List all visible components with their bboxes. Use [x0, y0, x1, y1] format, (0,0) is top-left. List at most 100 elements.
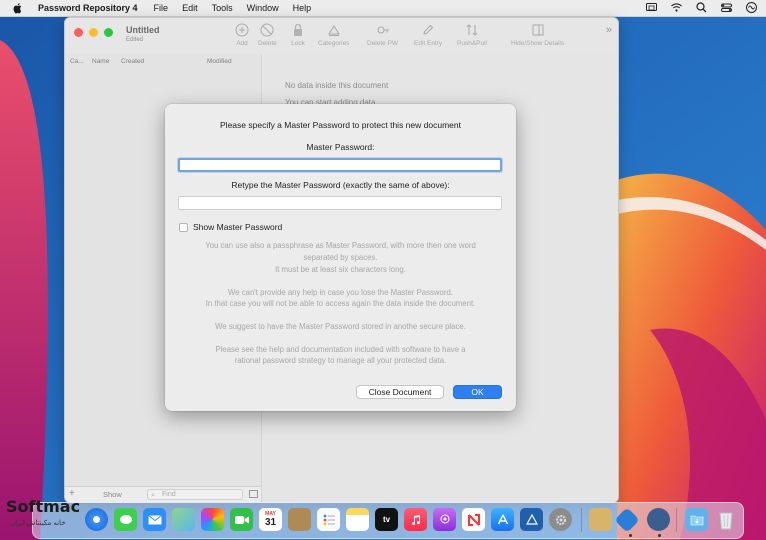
- find-field[interactable]: ⌕ Find: [147, 489, 243, 500]
- help-no-recovery-line2: In that case you will not be able to acc…: [205, 299, 476, 308]
- toolbar-delete-button[interactable]: Delete: [258, 23, 277, 47]
- toolbar-hide-show-details-label: Hide/Show Details: [511, 40, 565, 47]
- toolbar-lock-button[interactable]: Lock: [291, 23, 305, 47]
- categories-icon: [327, 25, 340, 36]
- help-docs-line1: Please see the help and documentation in…: [215, 345, 466, 354]
- empty-state-message: No data inside this document: [285, 81, 389, 90]
- push-pull-icon: [466, 24, 478, 36]
- network-utility-icon[interactable]: [647, 508, 670, 531]
- apple-tv-icon[interactable]: tv: [375, 508, 398, 531]
- toolbar-categories-label: Categories: [318, 40, 350, 47]
- delete-icon: [260, 23, 274, 37]
- help-no-recovery-line1: We can't provide any help in case you lo…: [228, 288, 453, 297]
- notes-icon[interactable]: [346, 508, 369, 531]
- watermark-logo-text: Softmac: [6, 497, 81, 516]
- facetime-icon[interactable]: [230, 508, 253, 531]
- running-indicator: [629, 534, 632, 537]
- app-store-icon[interactable]: [491, 508, 514, 531]
- system-preferences-icon[interactable]: [549, 508, 572, 531]
- toolbar-edit-entry-button[interactable]: Edit Entry: [414, 23, 442, 47]
- softmac-watermark: Softmac خانه مکینتاش ایران: [4, 497, 96, 537]
- toolbar-add-label: Add: [236, 40, 248, 47]
- contacts-icon[interactable]: [288, 508, 311, 531]
- master-password-dialog: Please specify a Master Password to prot…: [165, 104, 516, 411]
- key-delete-icon: [377, 26, 389, 34]
- toolbar-delete-pw-label: Delete PW: [367, 40, 399, 47]
- help-passphrase-line1: You can use also a passphrase as Master …: [205, 241, 476, 250]
- app-menu[interactable]: Password Repository 4: [38, 3, 138, 13]
- wifi-icon[interactable]: [670, 1, 683, 14]
- podcasts-icon[interactable]: [433, 508, 456, 531]
- calendar-icon[interactable]: MAY 31: [259, 508, 282, 531]
- dock-separator: [581, 508, 582, 532]
- toolbar-lock-label: Lock: [291, 40, 305, 47]
- menu-window[interactable]: Window: [247, 3, 279, 13]
- lock-icon: [294, 23, 302, 36]
- apple-tv-label: tv: [382, 515, 391, 524]
- photos-icon[interactable]: [201, 508, 224, 531]
- ok-button[interactable]: OK: [453, 385, 502, 399]
- toolbar-overflow-icon[interactable]: »: [606, 24, 612, 36]
- running-indicator: [658, 534, 661, 537]
- search-icon: ⌕: [151, 492, 155, 499]
- downloads-folder-icon[interactable]: [685, 508, 708, 531]
- sidebar-panel-icon: [532, 24, 544, 36]
- add-icon: [235, 23, 249, 37]
- toolbar-add-button[interactable]: Add: [235, 23, 249, 47]
- menu-edit[interactable]: Edit: [182, 3, 198, 13]
- siri-icon[interactable]: [745, 1, 758, 14]
- menu-file[interactable]: File: [154, 3, 169, 13]
- mail-icon[interactable]: [143, 508, 166, 531]
- window-close-button[interactable]: [74, 28, 83, 37]
- archive-utility-icon[interactable]: [589, 508, 612, 531]
- show-filter-popup[interactable]: Show: [103, 490, 122, 499]
- dock: MAY 31 tv: [32, 502, 744, 539]
- menu-tools[interactable]: Tools: [212, 3, 233, 13]
- retype-password-label: Retype the Master Password (exactly the …: [231, 180, 450, 190]
- messages-icon[interactable]: [114, 508, 137, 531]
- apple-icon[interactable]: [12, 2, 24, 14]
- help-length-rule: It must be at least six characters long.: [275, 265, 406, 274]
- close-document-button[interactable]: Close Document: [356, 385, 444, 399]
- master-password-label: Master Password:: [306, 142, 375, 152]
- toolbar-push-pull-button[interactable]: Push&Pull: [457, 23, 487, 47]
- help-store-safely: We suggest to have the Master Password s…: [215, 322, 466, 331]
- toolbar-delete-pw-button[interactable]: Delete PW: [367, 23, 398, 47]
- reminders-icon[interactable]: [317, 508, 340, 531]
- column-header-name[interactable]: Name: [92, 58, 109, 65]
- maps-icon[interactable]: [172, 508, 195, 531]
- column-header-category[interactable]: Ca...: [70, 58, 84, 65]
- window-minimize-button[interactable]: [89, 28, 98, 37]
- news-icon[interactable]: [462, 508, 485, 531]
- edit-icon: [423, 24, 434, 35]
- toolbar-edit-entry-label: Edit Entry: [414, 40, 443, 47]
- find-placeholder: Find: [162, 491, 176, 498]
- dock-separator: [676, 508, 677, 532]
- show-password-label[interactable]: Show Master Password: [193, 222, 282, 232]
- master-password-input[interactable]: [178, 158, 502, 172]
- toolbar-categories-button[interactable]: Categories: [318, 23, 349, 47]
- screen-mirroring-icon[interactable]: [645, 1, 658, 14]
- help-passphrase-line2: separated by spaces.: [303, 253, 378, 262]
- menu-help[interactable]: Help: [293, 3, 312, 13]
- trash-icon[interactable]: [714, 508, 737, 531]
- xcode-icon[interactable]: [520, 508, 543, 531]
- show-password-checkbox[interactable]: [179, 222, 188, 232]
- retype-password-input[interactable]: [178, 196, 502, 210]
- password-repository-icon[interactable]: [614, 507, 640, 533]
- music-icon[interactable]: [404, 508, 427, 531]
- control-center-icon[interactable]: [720, 1, 733, 14]
- document-title: Untitled: [126, 25, 160, 35]
- toolbar-hide-show-details-button[interactable]: Hide/Show Details: [511, 23, 564, 47]
- window-zoom-button[interactable]: [104, 28, 113, 37]
- column-header-modified[interactable]: Modified: [207, 58, 232, 65]
- column-header-created[interactable]: Created: [121, 58, 144, 65]
- help-docs-line2: rational password strategy to manage all…: [234, 356, 447, 365]
- menu-bar: Password Repository 4 File Edit Tools Wi…: [0, 0, 766, 17]
- panel-toggle-icon[interactable]: [249, 490, 258, 498]
- dialog-heading: Please specify a Master Password to prot…: [220, 120, 461, 130]
- toolbar-push-pull-label: Push&Pull: [457, 40, 487, 47]
- show-password-row[interactable]: Show Master Password: [179, 222, 282, 232]
- search-icon[interactable]: [695, 1, 708, 14]
- document-status: Edited: [126, 37, 144, 43]
